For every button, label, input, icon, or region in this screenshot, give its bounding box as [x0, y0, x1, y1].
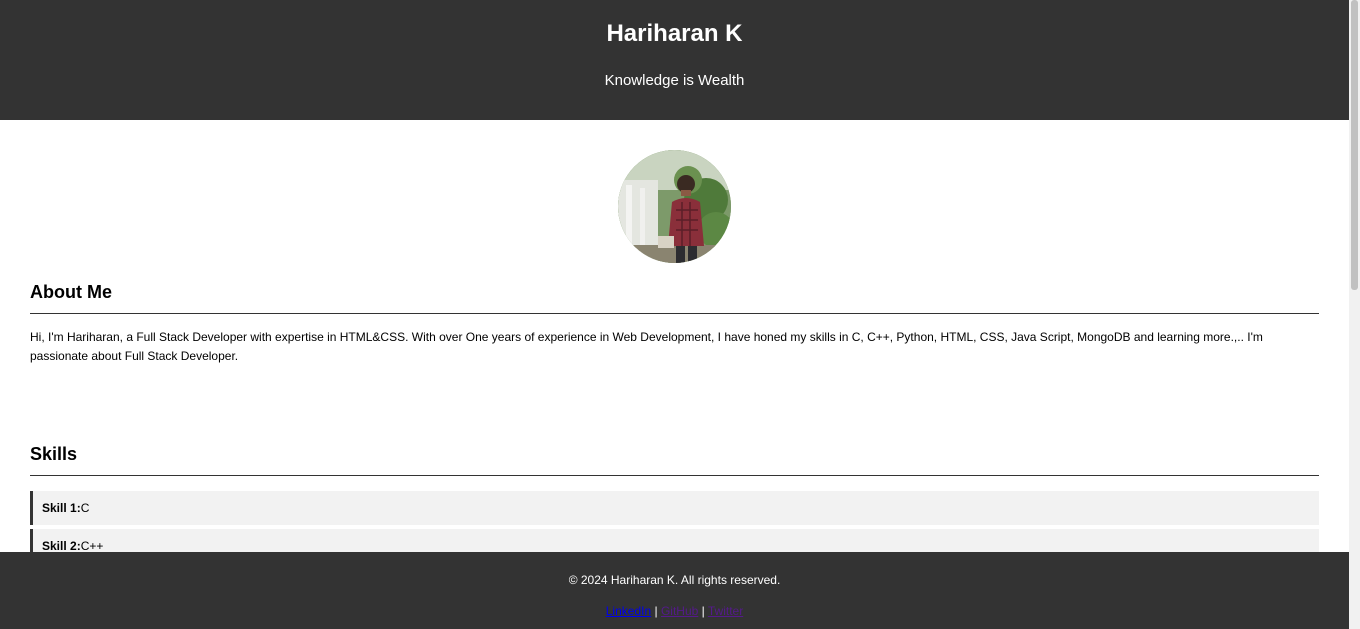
- skills-list: Skill 1:C Skill 2:C++: [30, 476, 1319, 563]
- scrollbar-thumb[interactable]: [1351, 0, 1358, 290]
- about-text: Hi, I'm Hariharan, a Full Stack Develope…: [30, 330, 1263, 363]
- site-title: Hariharan K: [606, 20, 743, 47]
- link-separator: |: [654, 604, 658, 618]
- linkedin-link[interactable]: LinkedIn: [606, 604, 651, 618]
- skill-item: Skill 1:C: [30, 491, 1319, 525]
- vertical-scrollbar[interactable]: [1349, 0, 1360, 629]
- profile-photo-image: [618, 150, 731, 263]
- github-link[interactable]: GitHub: [661, 604, 698, 618]
- skill-value: C++: [80, 539, 104, 553]
- about-heading: About Me: [30, 263, 1319, 314]
- social-links: LinkedIn | GitHub | Twitter: [0, 587, 1349, 618]
- about-section: About Me Hi, I'm Hariharan, a Full Stack…: [30, 263, 1319, 366]
- skill-label: Skill 2:: [42, 539, 81, 553]
- skill-value: C: [80, 501, 90, 515]
- page-viewport: Hariharan K Knowledge is Wealth About Me…: [0, 0, 1349, 629]
- site-tagline: Knowledge is Wealth: [604, 72, 745, 89]
- profile-photo-container: [0, 120, 1349, 263]
- skill-label: Skill 1:: [42, 501, 81, 515]
- skills-section: Skills Skill 1:C Skill 2:C++: [30, 366, 1319, 563]
- twitter-link[interactable]: Twitter: [708, 604, 743, 618]
- link-separator: |: [701, 604, 705, 618]
- profile-photo: [618, 150, 731, 263]
- site-header: Hariharan K Knowledge is Wealth: [0, 0, 1349, 120]
- copyright-text: © 2024 Hariharan K. All rights reserved.: [568, 573, 781, 587]
- site-footer: © 2024 Hariharan K. All rights reserved.…: [0, 552, 1349, 629]
- skills-heading: Skills: [30, 443, 1319, 476]
